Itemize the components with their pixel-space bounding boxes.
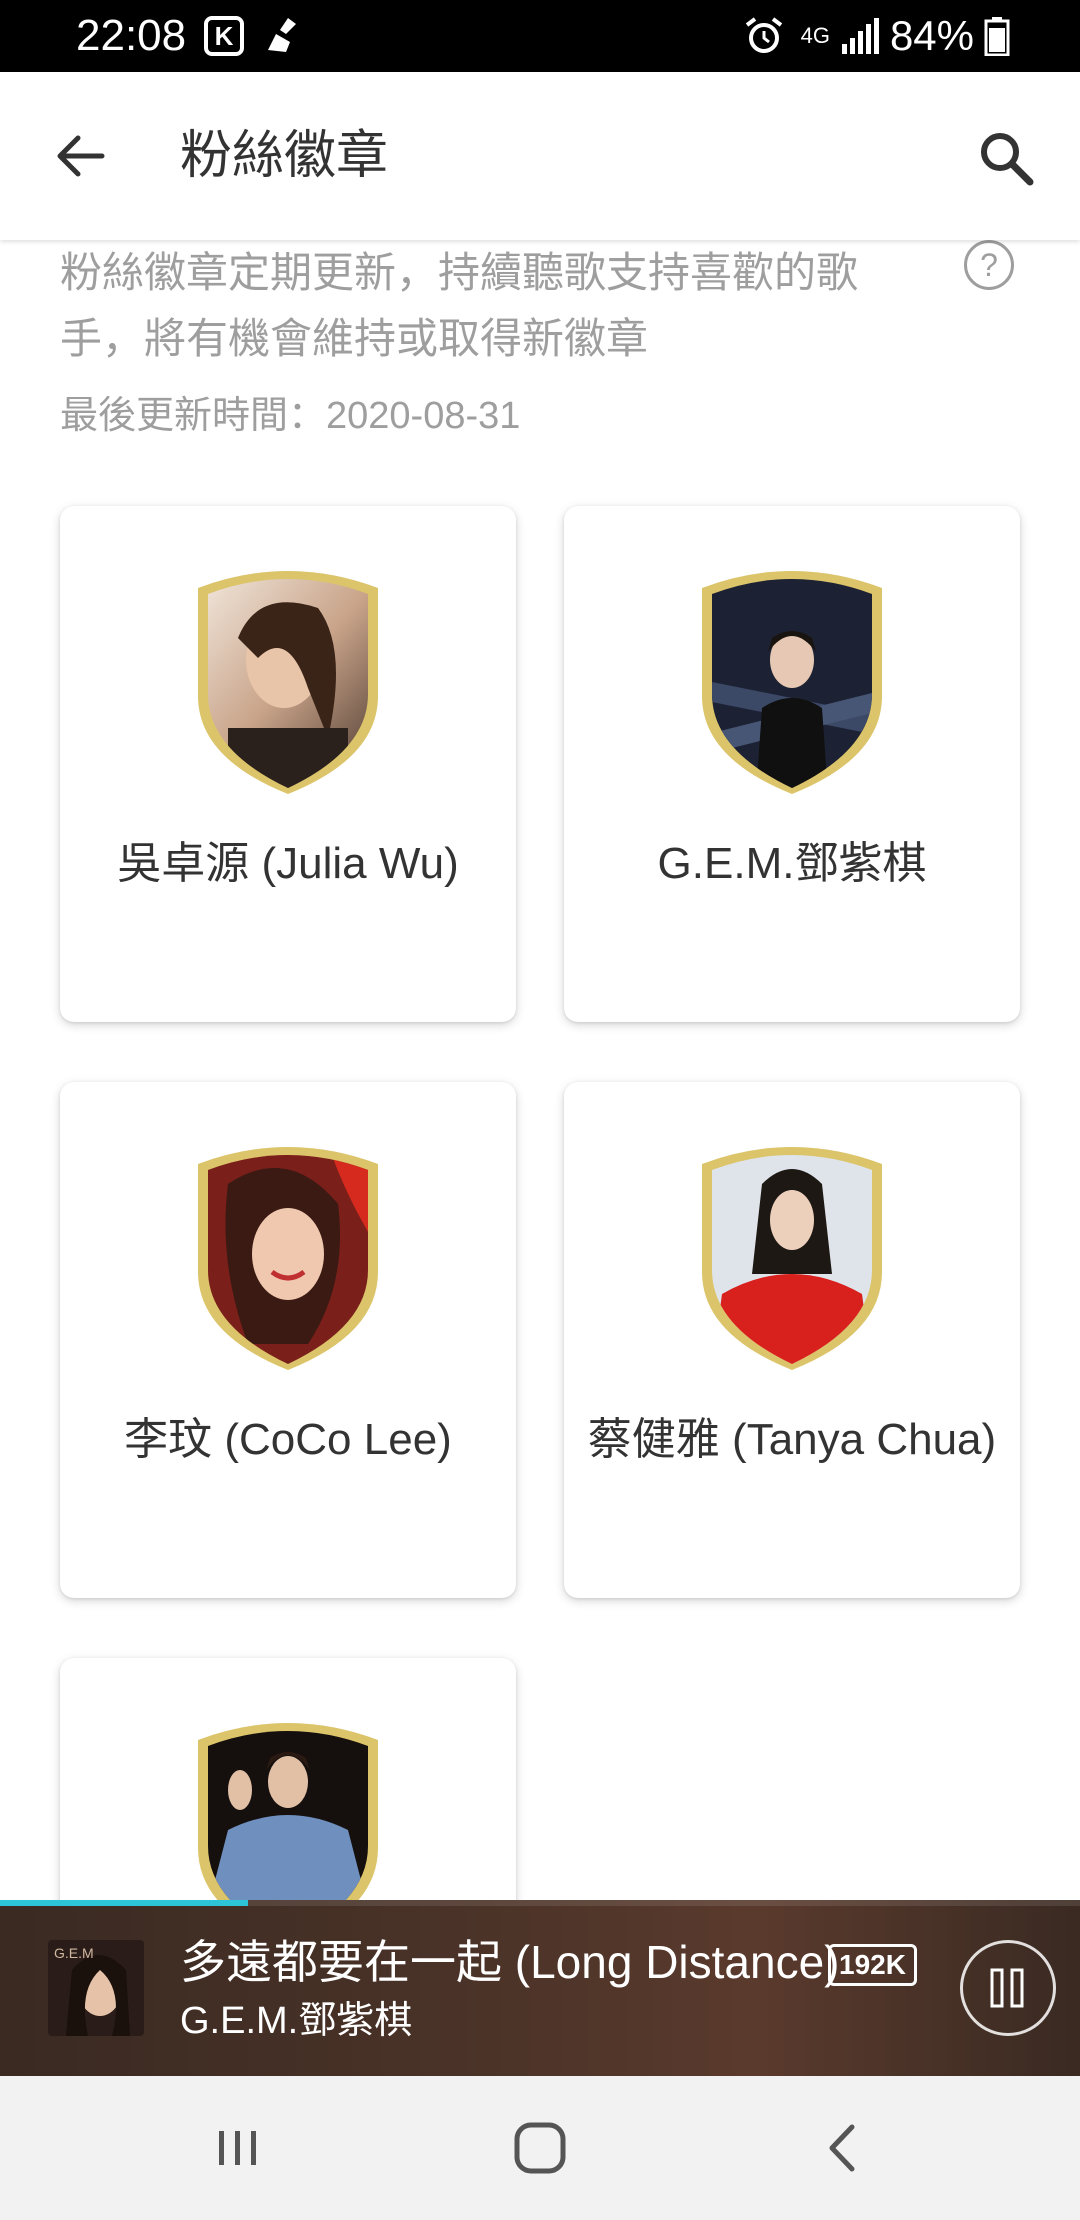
search-button[interactable]	[968, 120, 1044, 196]
artist-badge-shield	[198, 571, 378, 794]
alarm-icon	[745, 17, 782, 53]
network-type: 4G	[800, 23, 830, 48]
badge-list-content[interactable]: 粉絲徽章定期更新，持續聽歌支持喜歡的歌手，將有機會維持或取得新徽章 ? 最後更新…	[0, 240, 1080, 1900]
page-title: 粉絲徽章	[180, 127, 389, 185]
broom-icon	[268, 18, 296, 52]
artist-badge-shield	[702, 571, 882, 794]
artist-name: G.E.M.鄧紫棋	[657, 839, 927, 888]
artist-name: 李玟 (CoCo Lee)	[124, 1415, 452, 1464]
last-updated-text: 最後更新時間：2020-08-31	[60, 395, 521, 437]
recents-icon	[219, 2131, 256, 2165]
badge-card[interactable]: 李玟 (CoCo Lee)	[60, 1082, 516, 1598]
playback-progress-track	[0, 1900, 1080, 1906]
now-playing-bar[interactable]: G.E.M 多遠都要在一起 (Long Distance) 192K G.E.M…	[0, 1900, 1080, 2076]
status-indicators: 4G 84%	[743, 8, 1010, 64]
artist-name: 蔡健雅 (Tanya Chua)	[587, 1415, 997, 1464]
back-button[interactable]	[44, 120, 116, 192]
battery-icon	[984, 17, 1010, 56]
album-cover-image: G.E.M	[48, 1940, 144, 2036]
artist-badge-shield	[198, 1147, 378, 1370]
playback-progress-fill	[0, 1900, 249, 1906]
home-button[interactable]	[504, 2112, 576, 2184]
app-bar: 粉絲徽章	[0, 72, 1080, 240]
quality-badge: 192K	[828, 1944, 917, 1986]
recents-button[interactable]	[202, 2112, 274, 2184]
signal-icon	[841, 18, 879, 54]
status-bar: 22:08 K 4G 84%	[0, 0, 1080, 72]
badge-card[interactable]: 吳卓源 (Julia Wu)	[60, 506, 516, 1022]
artist-badge-shield	[198, 1723, 378, 1900]
track-title: 多遠都要在一起 (Long Distance)	[180, 1936, 840, 1988]
home-icon	[514, 2122, 566, 2174]
k-app-icon: K	[204, 16, 244, 56]
system-navigation-bar	[0, 2076, 1080, 2220]
artist-name: 吳卓源 (Julia Wu)	[117, 839, 459, 888]
arrow-left-icon	[57, 135, 105, 177]
badge-card[interactable]: G.E.M.鄧紫棋	[564, 506, 1020, 1022]
pause-icon	[990, 1968, 1024, 2008]
track-artist: G.E.M.鄧紫棋	[180, 2000, 413, 2042]
svg-text:G.E.M: G.E.M	[54, 1945, 94, 1961]
search-icon	[981, 133, 1034, 186]
album-art[interactable]: G.E.M	[48, 1940, 144, 2036]
badge-card[interactable]	[60, 1658, 516, 1900]
status-time: 22:08	[76, 11, 187, 60]
badge-card[interactable]: 蔡健雅 (Tanya Chua)	[564, 1082, 1020, 1598]
chevron-left-icon	[829, 2124, 855, 2172]
description-text: 粉絲徽章定期更新，持續聽歌支持喜歡的歌手，將有機會維持或取得新徽章	[60, 249, 859, 362]
artist-badge-shield	[702, 1147, 882, 1370]
pause-button[interactable]	[960, 1940, 1056, 2036]
system-back-button[interactable]	[806, 2112, 878, 2184]
battery-percent: 84%	[889, 12, 974, 59]
help-icon[interactable]: ?	[964, 240, 1014, 290]
